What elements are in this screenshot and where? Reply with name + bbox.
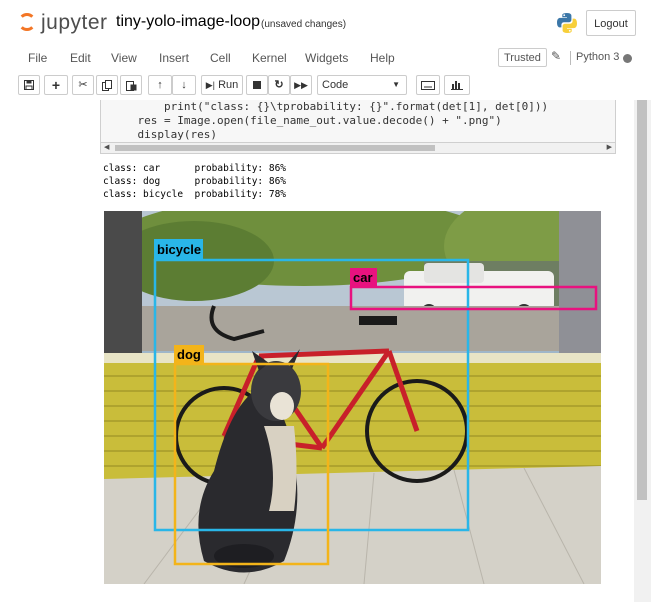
toolbar: + ✂ ↑ ↓ ▶| Run ↻ ▶▶ Code ▼ — [0, 72, 651, 100]
stop-icon — [253, 81, 261, 89]
plus-icon: + — [51, 77, 61, 93]
menu-insert[interactable]: Insert — [159, 51, 189, 65]
caret-down-icon: ▼ — [392, 80, 400, 89]
scroll-right-icon[interactable]: ▶ — [607, 143, 612, 151]
command-palette-button[interactable] — [416, 75, 440, 95]
cell-type-select[interactable]: Code ▼ — [317, 75, 407, 95]
scroll-left-icon[interactable]: ◀ — [104, 143, 109, 151]
dog-label: dog — [177, 347, 201, 362]
menubar: File Edit View Insert Cell Kernel Widget… — [0, 45, 651, 73]
pencil-icon[interactable]: ✎ — [551, 49, 561, 63]
python-logo-icon — [557, 13, 577, 33]
restart-icon: ↻ — [274, 79, 284, 91]
code-horizontal-scrollbar[interactable]: ◀ ▶ — [100, 142, 616, 154]
output-line: class: bicycle probability: 78% — [103, 189, 287, 200]
arrow-up-icon: ↑ — [157, 79, 163, 91]
page-scrollbar-thumb[interactable] — [637, 100, 647, 500]
jupyter-logo[interactable]: jupyter — [16, 8, 116, 38]
jupyter-logo-text: jupyter — [41, 11, 108, 34]
save-status: (unsaved changes) — [261, 19, 347, 30]
trusted-indicator[interactable]: Trusted — [498, 48, 547, 67]
restart-run-all-button[interactable]: ▶▶ — [290, 75, 312, 95]
menu-edit[interactable]: Edit — [70, 51, 91, 65]
notebook-title[interactable]: tiny-yolo-image-loop — [116, 13, 260, 31]
fast-forward-icon: ▶▶ — [294, 80, 308, 90]
restart-button[interactable]: ↻ — [268, 75, 290, 95]
output-line: class: car probability: 86% — [103, 163, 287, 174]
code-cell-input[interactable]: print("class: {}\tprobability: {}".forma… — [100, 100, 616, 142]
keyboard-icon — [421, 81, 435, 90]
move-up-button[interactable]: ↑ — [148, 75, 172, 95]
save-icon — [24, 80, 34, 90]
code-scrollbar-thumb[interactable] — [115, 145, 435, 151]
insert-cell-button[interactable]: + — [44, 75, 68, 95]
scissors-icon: ✂ — [78, 79, 88, 91]
jupyter-logo-icon — [18, 13, 36, 31]
save-button[interactable] — [18, 75, 40, 95]
copy-icon — [101, 80, 112, 91]
cell-type-value: Code — [322, 79, 349, 91]
paste-icon — [125, 81, 136, 91]
menu-view[interactable]: View — [111, 51, 137, 65]
menu-help[interactable]: Help — [370, 51, 395, 65]
notebook-header: jupyter tiny-yolo-image-loop (unsaved ch… — [0, 0, 651, 45]
menu-file[interactable]: File — [28, 51, 47, 65]
cell-output-text: class: car probability: 86% class: dog p… — [103, 162, 286, 201]
code-line: display(res) — [111, 128, 217, 141]
code-line: res = Image.open(file_name_out.value.dec… — [111, 114, 502, 127]
copy-button[interactable] — [96, 75, 118, 95]
output-line: class: dog probability: 86% — [103, 176, 287, 187]
kernel-status-icon — [623, 54, 632, 63]
logout-button[interactable]: Logout — [586, 10, 636, 36]
bicycle-label: bicycle — [157, 242, 201, 257]
menu-widgets[interactable]: Widgets — [305, 51, 348, 65]
bar-chart-icon — [451, 81, 463, 90]
chart-button[interactable] — [444, 75, 470, 95]
code-line: print("class: {}\tprobability: {}".forma… — [111, 100, 549, 113]
paste-button[interactable] — [120, 75, 142, 95]
kernel-separator — [570, 51, 571, 65]
menu-kernel[interactable]: Kernel — [252, 51, 287, 65]
menu-cell[interactable]: Cell — [210, 51, 231, 65]
run-label: Run — [218, 79, 239, 91]
kernel-name[interactable]: Python 3 — [576, 51, 619, 63]
move-down-button[interactable]: ↓ — [172, 75, 196, 95]
detection-output-image: bicycle car dog — [104, 211, 601, 584]
interrupt-button[interactable] — [246, 75, 268, 95]
car-label: car — [353, 270, 373, 285]
arrow-down-icon: ↓ — [181, 79, 187, 91]
step-forward-icon: ▶| — [205, 80, 215, 90]
cut-button[interactable]: ✂ — [72, 75, 94, 95]
run-button[interactable]: ▶| Run — [201, 75, 243, 95]
